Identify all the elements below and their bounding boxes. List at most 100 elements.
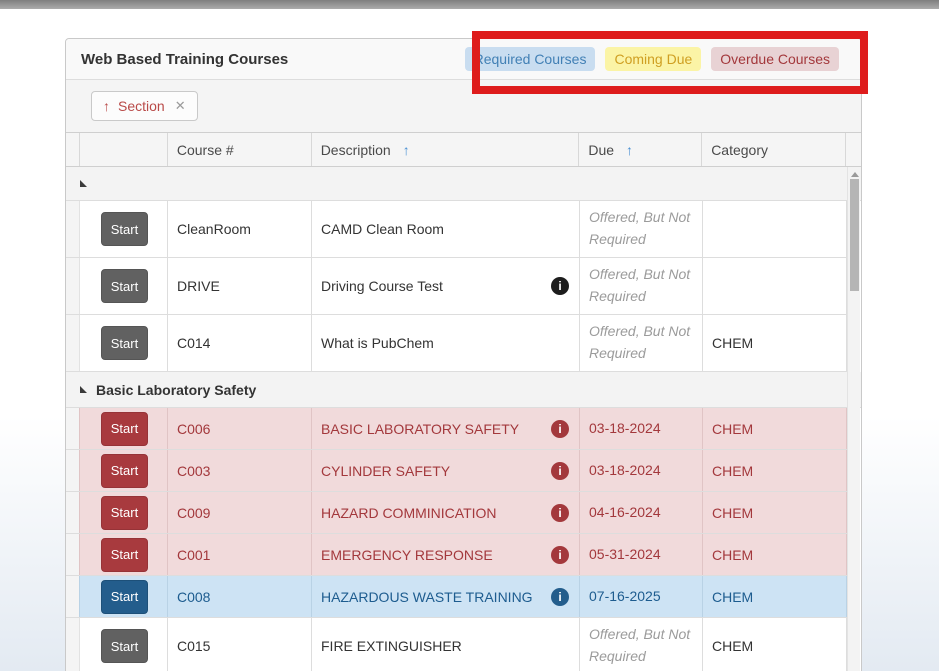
course-description: CYLINDER SAFETY xyxy=(321,463,551,479)
course-number: C001 xyxy=(168,534,312,575)
category xyxy=(703,201,847,257)
group-indent-cell xyxy=(66,618,80,671)
grouping-toolbar: ↑ Section ✕ xyxy=(66,80,861,132)
table-row: Start C003 CYLINDER SAFETY 03-18-2024 CH… xyxy=(66,450,848,492)
due-date: Offered, But Not Required xyxy=(589,207,702,250)
browser-top-bar xyxy=(0,0,939,9)
category: CHEM xyxy=(703,450,847,491)
legend-required-courses: Required Courses xyxy=(465,47,596,71)
category: CHEM xyxy=(703,492,847,533)
start-button[interactable]: Start xyxy=(101,326,148,360)
due-date: Offered, But Not Required xyxy=(589,321,702,364)
table-row: Start DRIVE Driving Course Test Offered,… xyxy=(66,258,848,315)
course-description: BASIC LABORATORY SAFETY xyxy=(321,421,551,437)
page-title: Web Based Training Courses xyxy=(81,51,288,68)
scrollbar-thumb[interactable] xyxy=(850,179,859,291)
sort-ascending-icon: ↑ xyxy=(403,142,410,158)
course-number: C008 xyxy=(168,576,312,617)
column-header-description[interactable]: Description ↑ xyxy=(312,133,580,166)
group-indent-cell xyxy=(66,450,80,491)
table-row: Start CleanRoom CAMD Clean Room Offered,… xyxy=(66,201,848,258)
category: CHEM xyxy=(703,618,847,671)
table-body: Start CleanRoom CAMD Clean Room Offered,… xyxy=(66,167,861,671)
due-date: Offered, But Not Required xyxy=(589,264,702,307)
group-indent-cell xyxy=(66,408,80,449)
table-row: Start C015 FIRE EXTINGUISHER Offered, Bu… xyxy=(66,618,848,671)
info-icon[interactable] xyxy=(551,504,569,522)
column-header-due[interactable]: Due ↑ xyxy=(579,133,702,166)
category: CHEM xyxy=(703,315,847,371)
info-icon[interactable] xyxy=(551,588,569,606)
course-number: CleanRoom xyxy=(168,201,312,257)
due-date: 03-18-2024 xyxy=(580,408,703,449)
start-button[interactable]: Start xyxy=(101,412,148,446)
column-header-category[interactable]: Category xyxy=(702,133,846,166)
group-indent-cell xyxy=(66,315,80,371)
column-header-due-label: Due xyxy=(588,142,614,158)
course-description: HAZARD COMMINICATION xyxy=(321,505,551,521)
collapse-group-icon[interactable] xyxy=(80,180,87,187)
vertical-scrollbar[interactable] xyxy=(847,167,860,671)
column-header-description-label: Description xyxy=(321,142,391,158)
category: CHEM xyxy=(703,408,847,449)
table-row: Start C014 What is PubChem Offered, But … xyxy=(66,315,848,372)
legend-overdue-courses: Overdue Courses xyxy=(711,47,839,71)
group-name: Basic Laboratory Safety xyxy=(96,382,256,398)
group-indent-cell xyxy=(66,258,80,314)
scroll-up-icon[interactable] xyxy=(851,172,859,177)
group-indent-cell xyxy=(66,534,80,575)
info-icon[interactable] xyxy=(551,277,569,295)
training-courses-panel: Web Based Training Courses Required Cour… xyxy=(65,38,862,671)
header-action-column xyxy=(80,133,168,166)
due-date: 04-16-2024 xyxy=(580,492,703,533)
section-group-chip[interactable]: ↑ Section ✕ xyxy=(91,91,198,121)
category xyxy=(703,258,847,314)
start-button[interactable]: Start xyxy=(101,496,148,530)
header-scrollbar-spacer xyxy=(846,133,861,166)
course-description: FIRE EXTINGUISHER xyxy=(321,638,569,654)
group-header-row[interactable]: Basic Laboratory Safety xyxy=(66,372,861,408)
due-date: 05-31-2024 xyxy=(580,534,703,575)
info-icon[interactable] xyxy=(551,420,569,438)
start-button[interactable]: Start xyxy=(101,212,148,246)
due-date: 03-18-2024 xyxy=(580,450,703,491)
column-header-course[interactable]: Course # xyxy=(168,133,312,166)
course-description: CAMD Clean Room xyxy=(321,221,569,237)
course-number: C015 xyxy=(168,618,312,671)
legend-coming-due: Coming Due xyxy=(605,47,701,71)
start-button[interactable]: Start xyxy=(101,629,148,663)
category: CHEM xyxy=(703,576,847,617)
course-number: C006 xyxy=(168,408,312,449)
course-description: Driving Course Test xyxy=(321,278,551,294)
course-number: C014 xyxy=(168,315,312,371)
info-icon[interactable] xyxy=(551,546,569,564)
course-description: EMERGENCY RESPONSE xyxy=(321,547,551,563)
info-icon[interactable] xyxy=(551,462,569,480)
start-button[interactable]: Start xyxy=(101,269,148,303)
panel-header: Web Based Training Courses Required Cour… xyxy=(66,39,861,80)
start-button[interactable]: Start xyxy=(101,538,148,572)
table-row: Start C006 BASIC LABORATORY SAFETY 03-18… xyxy=(66,408,848,450)
group-chip-label: Section xyxy=(118,98,165,114)
status-legend: Required Courses Coming Due Overdue Cour… xyxy=(465,47,839,71)
collapse-group-icon[interactable] xyxy=(80,386,87,393)
header-group-column xyxy=(66,133,80,166)
group-header-row[interactable] xyxy=(66,167,861,201)
start-button[interactable]: Start xyxy=(101,580,148,614)
table-row: Start C008 HAZARDOUS WASTE TRAINING 07-1… xyxy=(66,576,848,618)
due-date: Offered, But Not Required xyxy=(589,624,702,667)
group-indent-cell xyxy=(66,492,80,533)
start-button[interactable]: Start xyxy=(101,454,148,488)
sort-ascending-icon[interactable]: ↑ xyxy=(103,98,110,114)
course-number: C009 xyxy=(168,492,312,533)
group-indent-cell xyxy=(66,576,80,617)
due-date: 07-16-2025 xyxy=(580,576,703,617)
table-row: Start C009 HAZARD COMMINICATION 04-16-20… xyxy=(66,492,848,534)
course-description: What is PubChem xyxy=(321,335,569,351)
course-number: C003 xyxy=(168,450,312,491)
course-description: HAZARDOUS WASTE TRAINING xyxy=(321,589,551,605)
remove-group-icon[interactable]: ✕ xyxy=(175,98,186,114)
category: CHEM xyxy=(703,534,847,575)
table-header-row: Course # Description ↑ Due ↑ Category xyxy=(66,132,861,167)
course-number: DRIVE xyxy=(168,258,312,314)
